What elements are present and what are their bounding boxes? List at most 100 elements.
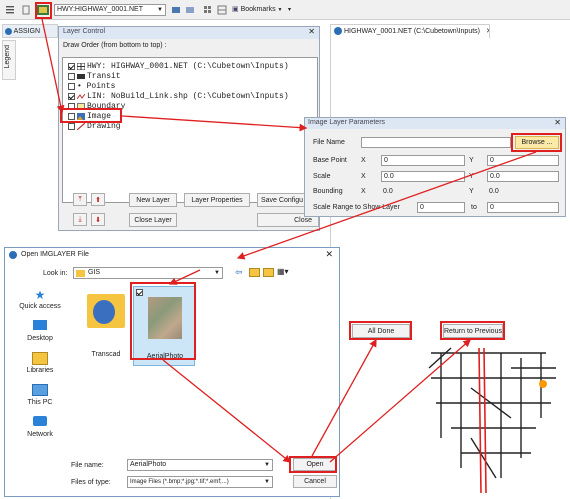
libraries-item[interactable]: Libraries [9, 352, 71, 380]
layer-properties-button[interactable]: Layer Properties [184, 193, 250, 207]
layer-row-drawing[interactable]: Drawing [68, 122, 121, 131]
files-of-type-label: Files of type: [71, 479, 111, 486]
layer-row-lin[interactable]: LIN: NoBuild_Link.shp (C:\Cubetown\Input… [68, 92, 289, 101]
checkbox-icon[interactable] [136, 289, 143, 296]
bookmark-icon: ▣ [232, 6, 239, 13]
new-layer-button[interactable]: New Layer [129, 193, 177, 207]
checkbox-icon[interactable] [68, 83, 75, 90]
folder-icon [87, 294, 125, 328]
file-item-transcad[interactable]: Transcad [81, 290, 131, 360]
cancel-button[interactable]: Cancel [293, 475, 337, 488]
computer-icon [32, 384, 48, 396]
checkbox-icon[interactable] [68, 63, 75, 70]
look-in-select[interactable]: GIS ▼ [73, 267, 223, 279]
list-icon[interactable] [4, 3, 16, 17]
new-folder-icon[interactable] [263, 268, 274, 277]
close-icon[interactable]: ✕ [486, 28, 489, 35]
layer-icon[interactable] [170, 3, 182, 17]
chevron-down-icon: ▼ [277, 7, 283, 13]
up-folder-icon[interactable] [249, 268, 260, 277]
range-from-input[interactable]: 0 [417, 202, 465, 213]
close-icon[interactable]: ✕ [325, 249, 333, 260]
file-item-aerialphoto[interactable]: AerialPhoto [133, 286, 195, 366]
line-layer-icon [76, 93, 86, 100]
scale-y-label: Y [469, 173, 474, 180]
close-icon[interactable]: ✕ [554, 118, 561, 127]
table-icon[interactable] [216, 3, 228, 17]
layer-add-icon[interactable] [184, 3, 196, 17]
desktop-label: Desktop [27, 335, 53, 342]
bounding-x-label: X [361, 188, 366, 195]
file-name-combo[interactable]: AerialPhoto ▼ [127, 459, 273, 471]
files-of-type-value: Image Files (*.bmp;*.jpg;*.tif;*.emf;...… [130, 479, 229, 485]
layer-row-hwy[interactable]: HWY: HIGHWAY_0001.NET (C:\Cubetown\Input… [68, 62, 289, 71]
draw-order-label: Draw Order (from bottom to top) : [63, 42, 167, 49]
close-layer-button[interactable]: Close Layer [129, 213, 177, 227]
caliper-logo-icon [5, 27, 12, 35]
layer-list[interactable]: HWY: HIGHWAY_0001.NET (C:\Cubetown\Input… [62, 57, 318, 203]
layer-select[interactable]: HWY:HIGHWAY_0001.NET ▼ [54, 4, 166, 16]
libraries-label: Libraries [26, 367, 54, 374]
checkbox-icon[interactable] [68, 93, 75, 100]
this-pc-item[interactable]: This PC [9, 384, 71, 412]
dialog-title: Layer Control [63, 28, 106, 35]
scale-y-input[interactable]: 0.0 [487, 171, 559, 182]
files-of-type-select[interactable]: Image Files (*.bmp;*.jpg;*.tif;*.emf;...… [127, 476, 273, 488]
range-to-input[interactable]: 0 [487, 202, 559, 213]
scale-label: Scale [313, 173, 331, 180]
quick-access-label: Quick access [19, 303, 61, 310]
assign-tab[interactable]: ASSIGN [2, 24, 58, 38]
all-done-button[interactable]: All Done [352, 324, 410, 338]
layer-row-points[interactable]: • Points [68, 82, 115, 91]
chevron-down-icon: ▼ [264, 477, 270, 487]
folder-icon [76, 270, 85, 277]
base-x-input[interactable]: 0 [381, 155, 465, 166]
checkbox-icon[interactable] [68, 113, 75, 120]
map-area[interactable] [330, 38, 570, 499]
grid-icon[interactable] [202, 3, 214, 17]
base-y-input[interactable]: 0 [487, 155, 559, 166]
quick-access-item[interactable]: ★ Quick access [9, 288, 71, 316]
file-name-input[interactable] [361, 137, 511, 148]
layer-label: LIN: NoBuild_Link.shp (C:\Cubetown\Input… [87, 92, 289, 101]
base-x-label: X [361, 157, 366, 164]
bookmarks-button[interactable]: ▣ Bookmarks ▼ [232, 4, 286, 16]
base-y-label: Y [469, 157, 474, 164]
checkbox-icon[interactable] [68, 103, 75, 110]
toolbar-more-icon[interactable]: ▾ [288, 3, 298, 17]
checkbox-icon[interactable] [68, 123, 75, 130]
layer-label: • Points [77, 82, 116, 91]
image-layer-params-dialog: Image Layer Parameters ✕ File Name Brows… [304, 117, 566, 217]
star-icon: ★ [34, 288, 46, 302]
bounding-label: Bounding [313, 188, 343, 195]
move-down-button[interactable]: ⬇ [91, 213, 105, 226]
move-top-button[interactable]: ⤒ [73, 193, 87, 206]
layer-row-boundary[interactable]: Boundary [68, 102, 125, 111]
chevron-down-icon: ▼ [264, 462, 270, 468]
close-icon[interactable]: ✕ [308, 27, 315, 36]
layer-row-image[interactable]: Image [68, 112, 111, 121]
assign-tab-label: ASSIGN [13, 28, 41, 35]
file-label: Transcad [91, 351, 121, 358]
scale-range-label: Scale Range to Show Layer [313, 204, 400, 211]
network-item[interactable]: Network [9, 416, 71, 444]
browse-button[interactable]: Browse ... [515, 136, 559, 149]
legend-sidebar[interactable]: Legend [2, 40, 16, 80]
return-to-previous-button[interactable]: Return to Previous [443, 324, 503, 338]
move-up-button[interactable]: ⬆ [91, 193, 105, 206]
road-network-map [428, 347, 556, 494]
layer-control-icon[interactable] [36, 3, 50, 17]
checkbox-icon[interactable] [68, 73, 75, 80]
map-tab[interactable]: HIGHWAY_0001.NET (C:\Cubetown\Inputs) ✕ [330, 24, 490, 38]
image-layer-icon [77, 113, 85, 120]
desktop-item[interactable]: Desktop [9, 320, 71, 348]
bookmarks-label: Bookmarks [240, 6, 276, 13]
layer-row-transit[interactable]: Transit [68, 72, 121, 81]
toolbar-gap-icon[interactable] [20, 3, 32, 17]
file-list-area[interactable]: Transcad AerialPhoto [71, 284, 337, 454]
view-menu-icon[interactable]: ▦▾ [277, 267, 295, 278]
open-button[interactable]: Open [293, 458, 337, 471]
scale-x-input[interactable]: 0.0 [381, 171, 465, 182]
back-icon[interactable]: ⇦ [235, 267, 245, 279]
move-bottom-button[interactable]: ⤓ [73, 213, 87, 226]
